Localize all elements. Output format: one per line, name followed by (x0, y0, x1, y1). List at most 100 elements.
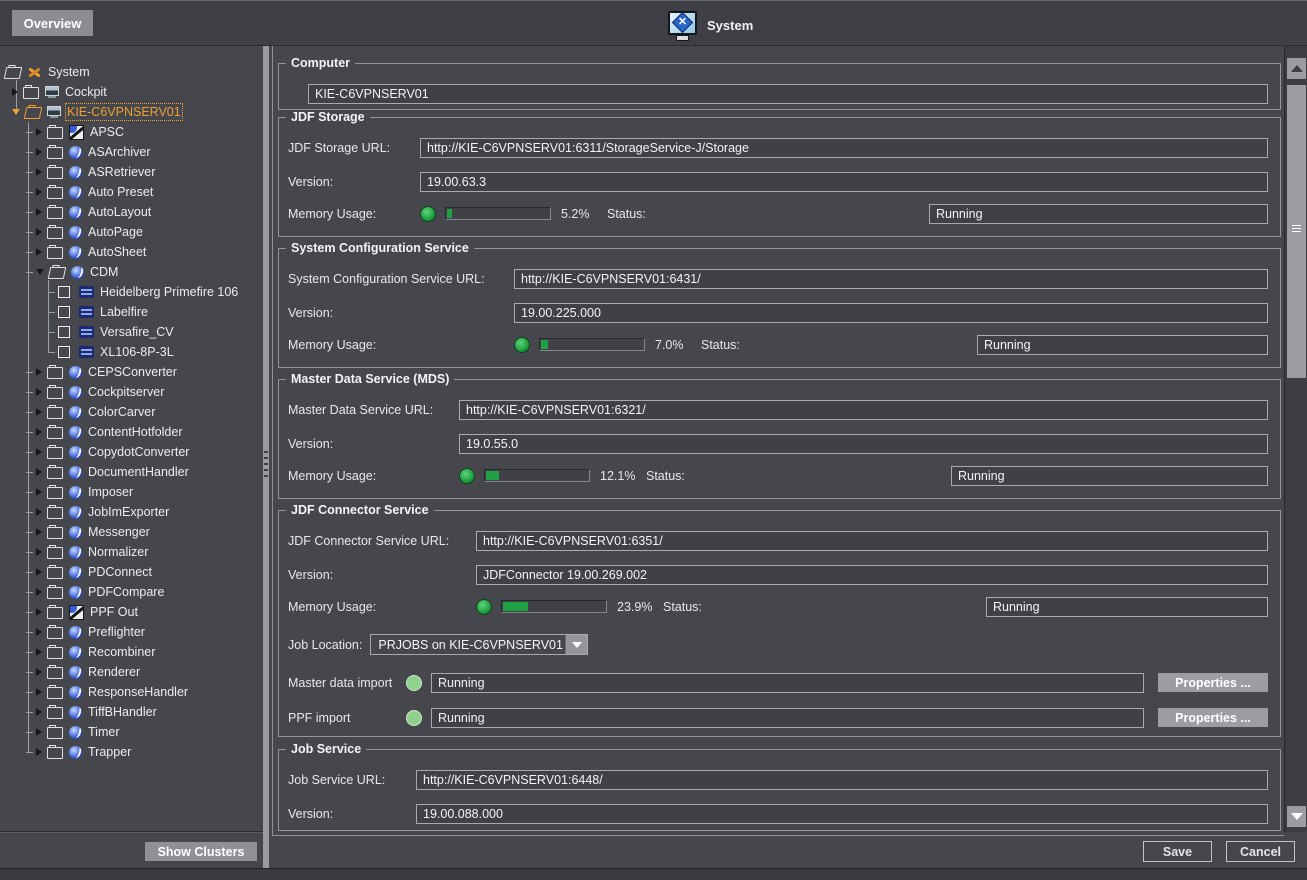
tree-item-preflighter[interactable]: Preflighter (0, 622, 263, 642)
tree-item-contenthotfolder[interactable]: ContentHotfolder (0, 422, 263, 442)
expand-arrow-icon[interactable] (36, 628, 42, 636)
system-configuration-status-field[interactable]: Running (977, 335, 1268, 355)
job-service-version-field[interactable]: 19.00.088.000 (416, 804, 1268, 824)
system-configuration-version-field[interactable]: 19.00.225.000 (514, 303, 1268, 323)
tree-item-colorcarver[interactable]: ColorCarver (0, 402, 263, 422)
device-checkbox[interactable] (58, 346, 70, 358)
expand-arrow-icon[interactable] (36, 188, 42, 196)
tree-item-documenthandler[interactable]: DocumentHandler (0, 462, 263, 482)
scroll-up-button[interactable] (1287, 58, 1306, 79)
ppf-import-properties-button[interactable]: Properties ... (1158, 708, 1268, 727)
expand-arrow-icon[interactable] (36, 608, 42, 616)
expand-arrow-icon[interactable] (36, 648, 42, 656)
expand-arrow-icon[interactable] (12, 88, 18, 96)
tree-item-autopage[interactable]: AutoPage (0, 222, 263, 242)
tree-item-labelfire[interactable]: Labelfire (0, 302, 263, 322)
master-data-version-field[interactable]: 19.0.55.0 (459, 434, 1268, 454)
expand-arrow-icon[interactable] (36, 488, 42, 496)
tree-item-recombiner[interactable]: Recombiner (0, 642, 263, 662)
panel-splitter[interactable] (263, 46, 269, 868)
job-location-value: PRJOBS on KIE-C6VPNSERV01 (371, 638, 565, 652)
tree-item-asarchiver[interactable]: ASArchiver (0, 142, 263, 162)
expand-arrow-icon[interactable] (36, 668, 42, 676)
expand-arrow-icon[interactable] (12, 109, 20, 115)
expand-arrow-icon[interactable] (36, 448, 42, 456)
tree-item-asretriever[interactable]: ASRetriever (0, 162, 263, 182)
computer-name-field[interactable]: KIE-C6VPNSERV01 (308, 84, 1268, 104)
tree-item-cepsconverter[interactable]: CEPSConverter (0, 362, 263, 382)
job-service-url-field[interactable]: http://KIE-C6VPNSERV01:6448/ (416, 770, 1268, 790)
ppf-import-status-field[interactable]: Running (431, 708, 1144, 728)
expand-arrow-icon[interactable] (36, 748, 42, 756)
expand-arrow-icon[interactable] (36, 568, 42, 576)
cancel-button[interactable]: Cancel (1226, 841, 1295, 862)
dropdown-button[interactable] (565, 635, 587, 654)
jdf-connector-version-field[interactable]: JDFConnector 19.00.269.002 (476, 565, 1268, 585)
tree-item-copydotconverter[interactable]: CopydotConverter (0, 442, 263, 462)
master-data-url-field[interactable]: http://KIE-C6VPNSERV01:6321/ (459, 400, 1268, 420)
jdf-storage-status-field[interactable]: Running (929, 204, 1268, 224)
jdf-storage-version-field[interactable]: 19.00.63.3 (420, 172, 1268, 192)
expand-arrow-icon[interactable] (36, 428, 42, 436)
expand-arrow-icon[interactable] (36, 228, 42, 236)
expand-arrow-icon[interactable] (36, 269, 44, 275)
expand-arrow-icon[interactable] (36, 688, 42, 696)
scrollbar-thumb[interactable] (1287, 85, 1306, 378)
overview-button[interactable]: Overview (12, 10, 93, 36)
tree-item-system[interactable]: System (0, 62, 263, 82)
tree-item-normalizer[interactable]: Normalizer (0, 542, 263, 562)
master-data-import-properties-button[interactable]: Properties ... (1158, 673, 1268, 692)
tree-item-auto-preset[interactable]: Auto Preset (0, 182, 263, 202)
expand-arrow-icon[interactable] (36, 708, 42, 716)
tree-item-messenger[interactable]: Messenger (0, 522, 263, 542)
jdf-storage-url-field[interactable]: http://KIE-C6VPNSERV01:6311/StorageServi… (420, 138, 1268, 158)
tree-item-cockpit[interactable]: Cockpit (0, 82, 263, 102)
expand-arrow-icon[interactable] (36, 408, 42, 416)
expand-arrow-icon[interactable] (36, 588, 42, 596)
tree-item-xl106-8p-3l[interactable]: XL106-8P-3L (0, 342, 263, 362)
expand-arrow-icon[interactable] (36, 508, 42, 516)
tree-item-versafire-cv[interactable]: Versafire_CV (0, 322, 263, 342)
scroll-down-button[interactable] (1287, 806, 1306, 827)
master-data-import-status-field[interactable]: Running (431, 673, 1144, 693)
tree-item-kie-c6vpnserv01[interactable]: KIE-C6VPNSERV01 (0, 102, 263, 122)
jdf-connector-url-field[interactable]: http://KIE-C6VPNSERV01:6351/ (476, 531, 1268, 551)
tree-item-cdm[interactable]: CDM (0, 262, 263, 282)
tree-item-autolayout[interactable]: AutoLayout (0, 202, 263, 222)
save-button[interactable]: Save (1143, 841, 1212, 862)
master-data-status-field[interactable]: Running (951, 466, 1268, 486)
tree-item-responsehandler[interactable]: ResponseHandler (0, 682, 263, 702)
tree-item-cockpitserver[interactable]: Cockpitserver (0, 382, 263, 402)
tree-item-imposer[interactable]: Imposer (0, 482, 263, 502)
expand-arrow-icon[interactable] (36, 528, 42, 536)
expand-arrow-icon[interactable] (36, 168, 42, 176)
tree-item-trapper[interactable]: Trapper (0, 742, 263, 762)
expand-arrow-icon[interactable] (36, 248, 42, 256)
job-location-dropdown[interactable]: PRJOBS on KIE-C6VPNSERV01 (370, 634, 588, 655)
expand-arrow-icon[interactable] (36, 728, 42, 736)
tree-item-renderer[interactable]: Renderer (0, 662, 263, 682)
expand-arrow-icon[interactable] (36, 388, 42, 396)
tree-item-pdconnect[interactable]: PDConnect (0, 562, 263, 582)
expand-arrow-icon[interactable] (36, 368, 42, 376)
expand-arrow-icon[interactable] (36, 148, 42, 156)
tree-item-ppf-out[interactable]: PPF Out (0, 602, 263, 622)
device-checkbox[interactable] (58, 326, 70, 338)
tree-item-autosheet[interactable]: AutoSheet (0, 242, 263, 262)
tree-item-pdfcompare[interactable]: PDFCompare (0, 582, 263, 602)
tree-item-timer[interactable]: Timer (0, 722, 263, 742)
expand-arrow-icon[interactable] (36, 468, 42, 476)
expand-arrow-icon[interactable] (36, 548, 42, 556)
system-configuration-url-field[interactable]: http://KIE-C6VPNSERV01:6431/ (514, 269, 1268, 289)
tree-item-jobimexporter[interactable]: JobImExporter (0, 502, 263, 522)
jdf-connector-status-field[interactable]: Running (986, 597, 1268, 617)
device-checkbox[interactable] (58, 306, 70, 318)
tree-item-apsc[interactable]: APSC (0, 122, 263, 142)
expand-arrow-icon[interactable] (36, 128, 42, 136)
vertical-scrollbar[interactable] (1284, 46, 1307, 832)
expand-arrow-icon[interactable] (36, 208, 42, 216)
show-clusters-button[interactable]: Show Clusters (145, 842, 257, 861)
device-checkbox[interactable] (58, 286, 70, 298)
tree-item-tiffbhandler[interactable]: TiffBHandler (0, 702, 263, 722)
tree-item-heidelberg-primefire-106[interactable]: Heidelberg Primefire 106 (0, 282, 263, 302)
